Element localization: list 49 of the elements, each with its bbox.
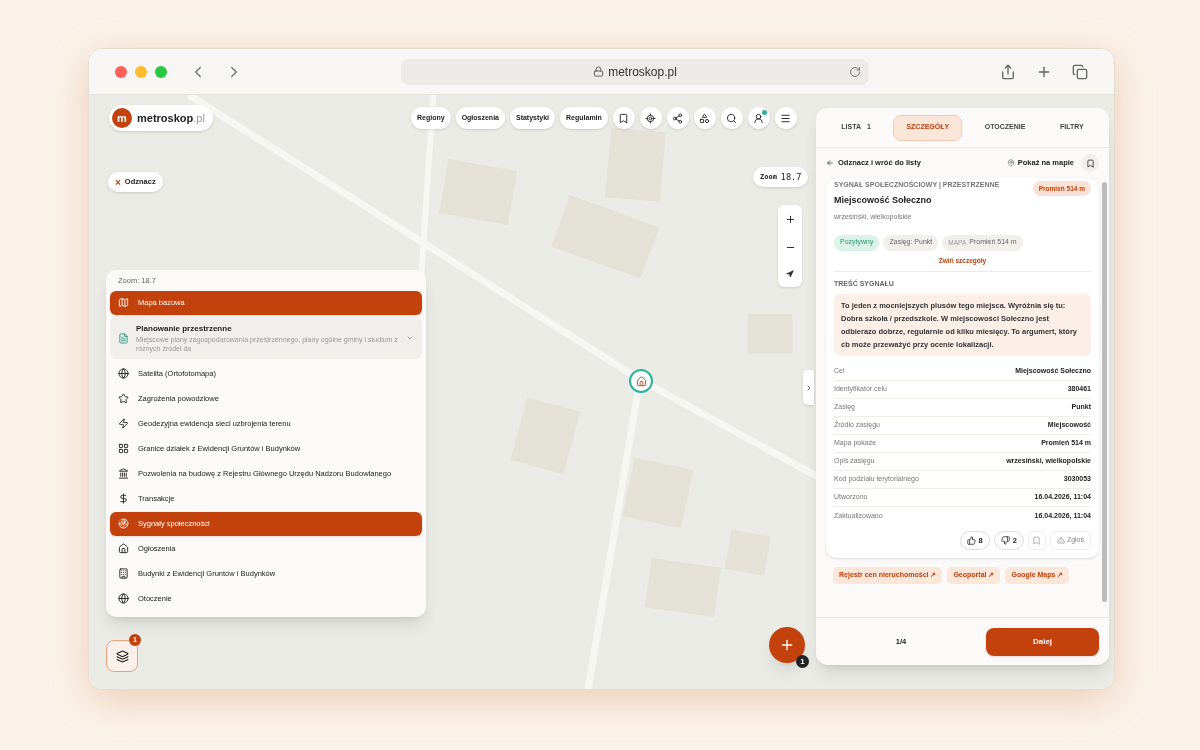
house-icon: [635, 375, 647, 387]
scrollbar[interactable]: [1102, 182, 1107, 602]
reload-icon[interactable]: [849, 65, 861, 78]
layers-icon: [115, 649, 129, 663]
address-bar[interactable]: metroskop.pl: [401, 58, 869, 85]
globe-icon: [118, 593, 129, 605]
house-icon: [118, 543, 129, 555]
tabs-icon[interactable]: [1072, 63, 1088, 80]
zoom-value: 18.7: [780, 170, 802, 184]
plus-icon: [779, 637, 795, 653]
thumbs-down-icon: [1000, 535, 1010, 545]
office-building-icon: [118, 568, 129, 580]
url-text: metroskop.pl: [608, 63, 677, 81]
menu-icon: [780, 112, 792, 124]
share-icon[interactable]: [1000, 63, 1016, 80]
bookmark-button[interactable]: [1081, 154, 1099, 172]
globe-icon: [118, 368, 129, 380]
layers-button[interactable]: [106, 640, 138, 672]
logo-mark: m: [112, 108, 132, 128]
person-icon: [753, 112, 765, 124]
logo-text: metroskop.pl: [137, 110, 205, 126]
share-icon: [672, 112, 684, 124]
bookmark-icon: [1085, 158, 1095, 168]
logo[interactable]: m metroskop.pl: [109, 105, 213, 131]
building-icon: [118, 468, 129, 480]
next-button[interactable]: Dalej: [986, 627, 1099, 656]
zoom-in-icon[interactable]: [784, 213, 796, 225]
thumbs-up-icon: [966, 535, 976, 545]
target-icon: [118, 518, 129, 530]
map-icon: [118, 297, 129, 309]
warning-icon: [1056, 536, 1065, 545]
close-window-icon[interactable]: [115, 65, 127, 78]
document-icon: [118, 332, 129, 344]
pin-icon: [1006, 159, 1015, 167]
star-icon: [118, 393, 129, 405]
shapes-icon: [699, 112, 711, 124]
close-icon: ×: [115, 174, 121, 190]
bookmark-icon: [618, 112, 630, 124]
lightning-icon: [118, 418, 129, 430]
compass-icon[interactable]: [786, 270, 794, 279]
signal-title: Miejscowość Sołeczno: [834, 193, 933, 207]
crosshair-icon: [645, 112, 657, 124]
lock-icon: [593, 66, 605, 77]
grid-icon: [118, 443, 129, 455]
layer-title: Planowanie przestrzenne: [136, 323, 233, 336]
search-icon: [726, 112, 738, 124]
bookmark-icon: [1032, 535, 1042, 545]
arrow-left-icon: [826, 159, 834, 167]
dollar-icon: [118, 493, 129, 505]
